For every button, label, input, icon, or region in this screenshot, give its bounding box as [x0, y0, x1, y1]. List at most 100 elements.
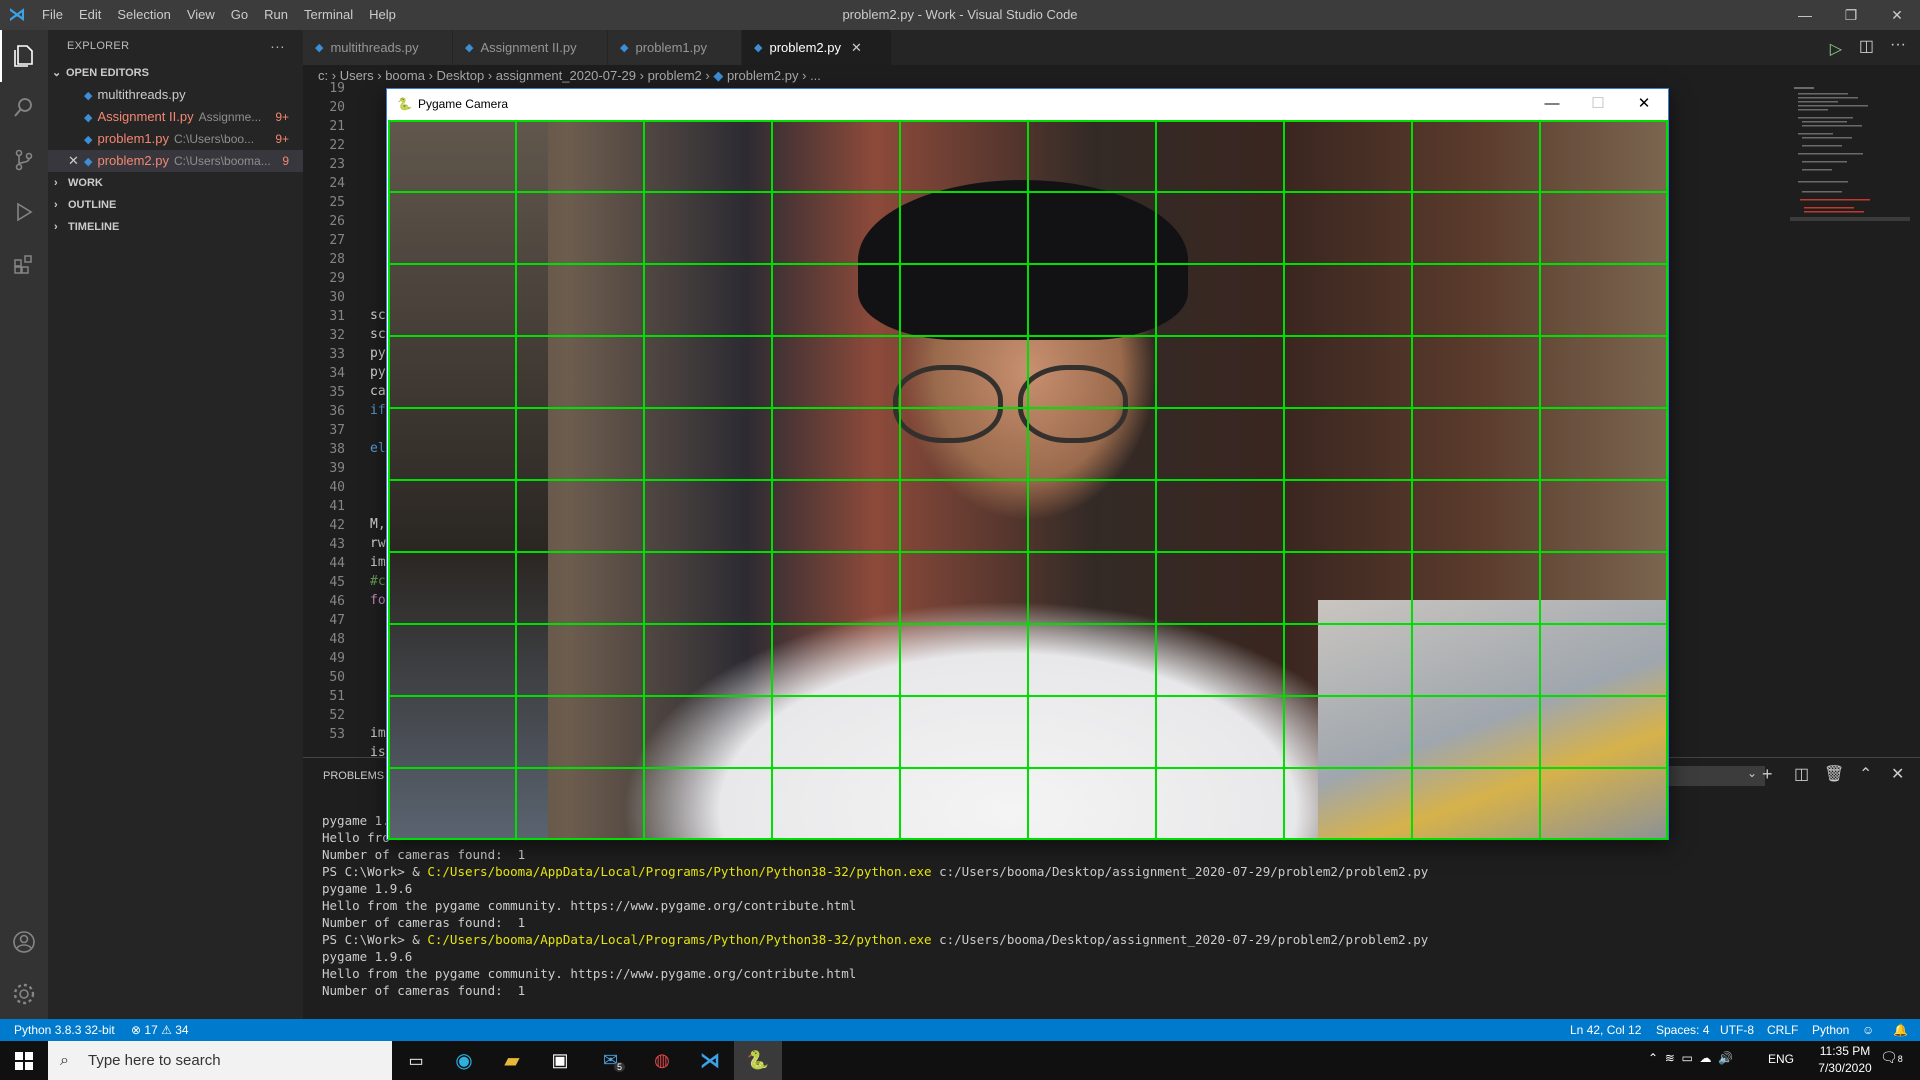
menu-edit[interactable]: Edit — [71, 0, 109, 30]
breadcrumb-item[interactable]: booma — [385, 68, 425, 83]
code-line[interactable]: #c — [370, 574, 386, 589]
taskbar-search-box[interactable]: ⌕ Type here to search — [48, 1041, 392, 1080]
terminal-line: PS C:\Work> & C:/Users/booma/AppData/Loc… — [322, 864, 1429, 879]
extensions-icon[interactable] — [0, 238, 48, 290]
settings-gear-icon[interactable] — [0, 968, 48, 1020]
python-interpreter-status[interactable]: Python 3.8.3 32-bit — [14, 1019, 115, 1041]
line-number: 28 — [329, 252, 345, 267]
cursor-position-status[interactable]: Ln 42, Col 12 — [1570, 1019, 1641, 1041]
code-line[interactable]: sc — [370, 327, 386, 342]
restore-button[interactable]: ❐ — [1828, 0, 1874, 30]
code-line[interactable]: im — [370, 555, 386, 570]
eol-status[interactable]: CRLF — [1767, 1019, 1798, 1041]
terminal-line: pygame 1.9.6 — [322, 881, 413, 896]
menu-terminal[interactable]: Terminal — [296, 0, 361, 30]
menu-run[interactable]: Run — [256, 0, 296, 30]
split-terminal-icon[interactable]: ◫ — [1794, 764, 1809, 784]
tab-problem2[interactable]: ◆ problem2.py ✕ — [742, 30, 892, 65]
close-tab-icon[interactable]: ✕ — [851, 40, 862, 56]
close-window-button[interactable]: ✕ — [1874, 0, 1920, 30]
menu-view[interactable]: View — [179, 0, 223, 30]
code-line[interactable]: py — [370, 365, 386, 380]
run-debug-icon[interactable] — [0, 186, 48, 238]
windows-start-icon[interactable] — [0, 1041, 48, 1080]
minimize-button[interactable]: — — [1782, 0, 1828, 30]
input-language[interactable]: ENG — [1768, 1052, 1794, 1066]
mail-icon[interactable]: ✉ 5 — [590, 1041, 638, 1080]
breadcrumb-item[interactable]: assignment_2020-07-29 — [496, 68, 636, 83]
tray-icons[interactable]: ⌃ ≋ ▭ ☁ 🔊 — [1648, 1051, 1733, 1065]
menu-selection[interactable]: Selection — [109, 0, 178, 30]
accounts-icon[interactable] — [0, 916, 48, 968]
menu-go[interactable]: Go — [223, 0, 256, 30]
code-line[interactable]: fo — [370, 593, 386, 608]
open-editor-item[interactable]: ◆ problem1.py C:\Users\boo... 9+ — [48, 128, 303, 150]
breadcrumb-item[interactable]: c: — [318, 68, 328, 83]
outline-section[interactable]: › OUTLINE — [48, 194, 303, 216]
code-line[interactable]: sc — [370, 308, 386, 323]
notifications-bell-icon[interactable]: 🔔 — [1893, 1019, 1908, 1041]
split-editor-icon[interactable]: ◫ — [1859, 36, 1874, 56]
work-section[interactable]: › WORK — [48, 172, 303, 194]
tab-problems[interactable]: PROBLEMS — [323, 770, 384, 782]
close-panel-icon[interactable]: ✕ — [1891, 764, 1904, 784]
file-path: C:\Users\boo... — [174, 132, 255, 146]
source-control-icon[interactable] — [0, 134, 48, 186]
tab-problem1[interactable]: ◆ problem1.py — [608, 30, 742, 65]
pygame-close-button[interactable]: ✕ — [1621, 89, 1667, 119]
open-editor-item-active[interactable]: ✕ ◆ problem2.py C:\Users\booma... 9 — [48, 150, 303, 172]
pygame-window-title: Pygame Camera — [417, 97, 508, 111]
maximize-panel-icon[interactable]: ⌃ — [1859, 764, 1872, 784]
pygame-minimize-button[interactable]: — — [1529, 89, 1575, 119]
file-name: Assignment II.py — [97, 109, 194, 124]
pygame-camera-window[interactable]: 🐍 Pygame Camera — ☐ ✕ — [386, 88, 1669, 840]
code-line[interactable]: ca — [370, 384, 386, 399]
more-actions-icon[interactable]: ··· — [1890, 36, 1906, 54]
camera-app-icon[interactable]: ◍ — [638, 1041, 686, 1080]
trash-icon[interactable]: 🗑 — [1824, 764, 1844, 784]
indentation-status[interactable]: Spaces: 4 — [1656, 1019, 1709, 1041]
file-explorer-icon[interactable]: ▰ — [488, 1041, 536, 1080]
menu-file[interactable]: File — [34, 0, 71, 30]
tab-assignment-ii[interactable]: ◆ Assignment II.py — [453, 30, 608, 65]
breadcrumb-item[interactable]: problem2 — [648, 68, 702, 83]
file-name: problem1.py — [97, 131, 170, 146]
language-status[interactable]: Python — [1812, 1019, 1849, 1041]
pygame-title-bar[interactable]: 🐍 Pygame Camera — ☐ ✕ — [387, 89, 1668, 119]
new-terminal-icon[interactable]: + — [1762, 764, 1773, 785]
code-line[interactable]: rw — [370, 536, 386, 551]
tab-multithreads[interactable]: ◆ multithreads.py — [303, 30, 453, 65]
line-number: 37 — [329, 423, 345, 438]
store-icon[interactable]: ▣ — [536, 1041, 584, 1080]
close-editor-icon[interactable]: ✕ — [68, 150, 79, 172]
edge-browser-icon[interactable]: ◉ — [440, 1041, 488, 1080]
breadcrumb-item[interactable]: problem2.py — [727, 68, 799, 83]
explorer-more-icon[interactable]: ··· — [270, 38, 285, 54]
feedback-icon[interactable]: ☺ — [1862, 1019, 1874, 1041]
timeline-section[interactable]: › TIMELINE — [48, 216, 303, 238]
vscode-taskbar-icon[interactable]: ⋊ — [686, 1041, 734, 1080]
pygame-maximize-button[interactable]: ☐ — [1575, 89, 1621, 119]
menu-help[interactable]: Help — [361, 0, 404, 30]
encoding-status[interactable]: UTF-8 — [1720, 1019, 1754, 1041]
python-taskbar-icon[interactable]: 🐍 — [734, 1041, 782, 1080]
minimap[interactable] — [1790, 87, 1910, 757]
code-line[interactable]: el — [370, 441, 386, 456]
problems-status[interactable]: ⊗ 17 ⚠ 34 — [131, 1019, 189, 1041]
code-line[interactable]: im — [370, 726, 386, 741]
breadcrumb-item[interactable]: ... — [810, 68, 821, 83]
open-editors-section[interactable]: ⌄ OPEN EDITORS — [48, 62, 303, 84]
breadcrumb-item[interactable]: Desktop — [437, 68, 485, 83]
code-line[interactable]: M, — [370, 517, 386, 532]
run-file-icon[interactable]: ▷ — [1830, 39, 1842, 59]
open-editor-item[interactable]: ◆ multithreads.py — [48, 84, 303, 106]
search-icon[interactable] — [0, 82, 48, 134]
task-view-icon[interactable]: ▭ — [392, 1041, 440, 1080]
open-editor-item[interactable]: ◆ Assignment II.py Assignme... 9+ — [48, 106, 303, 128]
code-line[interactable]: if — [370, 403, 386, 418]
explorer-icon[interactable] — [0, 30, 48, 82]
clock[interactable]: 11:35 PM 7/30/2020 — [1812, 1043, 1878, 1077]
action-center-icon[interactable]: 🗨8 — [1880, 1049, 1903, 1066]
code-line[interactable]: py — [370, 346, 386, 361]
terminal-select-dropdown[interactable]: ⌄ — [1665, 766, 1765, 786]
